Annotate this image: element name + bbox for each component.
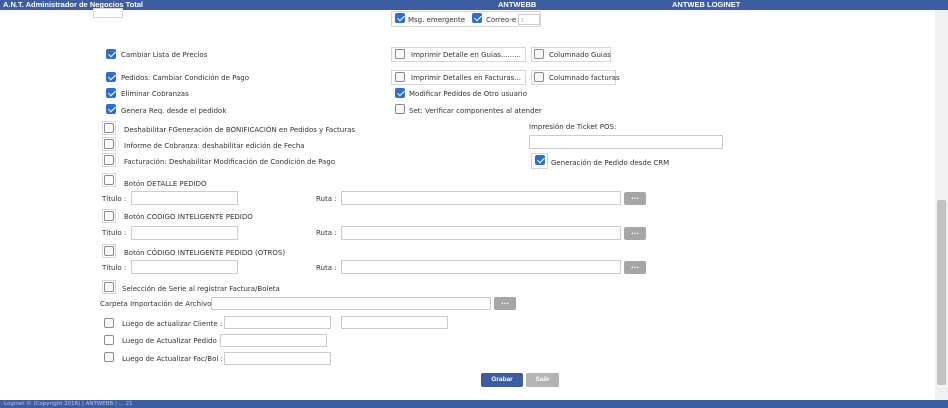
- modificar-pedidos-otro-usuario-label: Modificar Pedidos de Otro usuario: [409, 90, 528, 98]
- exit-button[interactable]: Salir: [526, 373, 559, 387]
- luego-pedido-input[interactable]: [220, 334, 327, 347]
- columnado-guias-checkbox[interactable]: [534, 49, 544, 59]
- boton-codigo-ruta-input[interactable]: [341, 226, 621, 240]
- app-header: A.N.T. Administrador de Negocios Total A…: [0, 0, 948, 10]
- pedidos-cambiar-condicion-label: Pedidos: Cambiar Condición de Pago: [121, 74, 250, 82]
- boton-detalle-titulo-label: Título :: [102, 195, 127, 203]
- seleccion-serie-checkbox[interactable]: [104, 282, 114, 292]
- boton-detalle-ruta-input[interactable]: [341, 191, 621, 205]
- scrollbar-thumb[interactable]: [937, 200, 946, 385]
- boton-codigo-label: Botón CODIGO INTELIGENTE PEDIDO: [124, 213, 253, 221]
- boton-codigo-titulo-input[interactable]: [131, 226, 238, 240]
- luego-pedido-checkbox[interactable]: [104, 335, 114, 345]
- boton-codigo-titulo-label: Título :: [102, 229, 127, 237]
- seleccion-serie-label: Selección de Serie al registrar Factura/…: [122, 285, 280, 293]
- imprimir-detalles-facturas-checkbox[interactable]: [395, 72, 405, 82]
- correo-e-input[interactable]: :: [518, 14, 540, 25]
- msg-emergente-checkbox[interactable]: [395, 13, 405, 23]
- save-button[interactable]: Grabar: [481, 373, 523, 387]
- database-name: ANTWEBB: [498, 0, 537, 9]
- imprimir-detalle-guias-checkbox[interactable]: [395, 49, 405, 59]
- cambiar-lista-precios-checkbox[interactable]: [106, 49, 116, 59]
- generacion-pedido-crm-checkbox[interactable]: [535, 155, 545, 165]
- columnado-facturas-label: Columnado facturas: [549, 74, 620, 82]
- facturacion-deshabilitar-checkbox[interactable]: [104, 155, 114, 165]
- luego-cliente-checkbox[interactable]: [104, 318, 114, 328]
- luego-facbol-input[interactable]: [224, 352, 331, 365]
- boton-codigo-otros-checkbox[interactable]: [104, 246, 114, 256]
- carpeta-importacion-input[interactable]: [211, 297, 491, 310]
- boton-codigo-browse-button[interactable]: ...: [624, 227, 646, 240]
- boton-codigo-otros-browse-button[interactable]: ...: [624, 261, 646, 274]
- columnado-facturas-checkbox[interactable]: [534, 72, 544, 82]
- set-verificar-label: Set: Verificar componentes al atender: [409, 107, 542, 115]
- boton-detalle-ruta-label: Ruta :: [316, 195, 337, 203]
- genera-req-label: Genera Req. desde el pedidok: [121, 107, 227, 115]
- genera-req-checkbox[interactable]: [106, 104, 116, 114]
- boton-codigo-otros-label: Botón CÓDIGO INTELIGENTE PEDIDO (OTROS): [124, 249, 286, 257]
- luego-pedido-label: Luego de Actualizar Pedido :: [122, 337, 222, 345]
- luego-cliente-input-2[interactable]: [341, 316, 448, 329]
- eliminar-cobranzas-label: Eliminar Cobranzas: [121, 90, 189, 98]
- generacion-pedido-crm-label: Generación de Pedido desde CRM: [551, 159, 670, 167]
- imprimir-detalles-facturas-label: Imprimir Detalles en Facturas...: [411, 74, 521, 82]
- boton-codigo-checkbox[interactable]: [104, 211, 114, 221]
- ticket-pos-label: Impresión de Ticket POS:: [529, 123, 617, 131]
- luego-cliente-input[interactable]: [224, 316, 331, 329]
- luego-facbol-label: Luego de Actualizar Fac/Bol :: [122, 355, 223, 363]
- luego-facbol-checkbox[interactable]: [104, 352, 114, 362]
- boton-detalle-label: Botón DETALLE PEDIDO: [124, 180, 207, 188]
- user-name: ANTWEB LOGINET: [672, 0, 741, 9]
- app-footer: Loginet © (Copyright 2016) | ANTWEBB | .…: [0, 400, 948, 408]
- boton-codigo-otros-titulo-input[interactable]: [131, 260, 238, 274]
- carpeta-importacion-browse-button[interactable]: ...: [494, 297, 516, 310]
- boton-codigo-otros-ruta-input[interactable]: [341, 260, 621, 274]
- deshabilitar-bonificacion-label: Deshabilitar FGeneración de BONIFICACIÓN…: [124, 126, 356, 134]
- msg-emergente-label: Msg. emergente: [408, 16, 466, 24]
- cambiar-lista-precios-label: Cambiar Lista de Precios: [121, 51, 208, 59]
- ticket-pos-input[interactable]: [529, 135, 723, 149]
- eliminar-cobranzas-checkbox[interactable]: [106, 88, 116, 98]
- modificar-pedidos-otro-usuario-checkbox[interactable]: [395, 88, 405, 98]
- boton-codigo-ruta-label: Ruta :: [316, 229, 337, 237]
- informe-cobranza-label: Informe de Cobranza: deshabilitar edició…: [124, 142, 305, 150]
- facturacion-deshabilitar-label: Facturación: Deshabilitar Modificación d…: [124, 158, 336, 166]
- boton-detalle-checkbox[interactable]: [104, 175, 114, 185]
- imprimir-detalle-guias-label: Imprimir Detalle en Guias.........: [411, 51, 521, 59]
- boton-codigo-otros-ruta-label: Ruta :: [316, 264, 337, 272]
- carpeta-importacion-label: Carpeta Importación de Archivos: [100, 300, 216, 308]
- deshabilitar-bonificacion-checkbox[interactable]: [104, 123, 114, 133]
- boton-detalle-browse-button[interactable]: ...: [624, 192, 646, 205]
- correo-e-label: Correo-e: [486, 16, 517, 24]
- informe-cobranza-checkbox[interactable]: [104, 139, 114, 149]
- luego-cliente-label: Luego de actualizar Cliente :: [122, 320, 223, 328]
- top-cut-frame: [93, 8, 123, 18]
- boton-detalle-titulo-input[interactable]: [131, 191, 238, 205]
- boton-codigo-otros-titulo-label: Título :: [102, 264, 127, 272]
- set-verificar-checkbox[interactable]: [395, 104, 405, 114]
- correo-e-checkbox[interactable]: [472, 13, 482, 23]
- columnado-guias-label: Columnado Guias: [549, 51, 611, 59]
- pedidos-cambiar-condicion-checkbox[interactable]: [106, 72, 116, 82]
